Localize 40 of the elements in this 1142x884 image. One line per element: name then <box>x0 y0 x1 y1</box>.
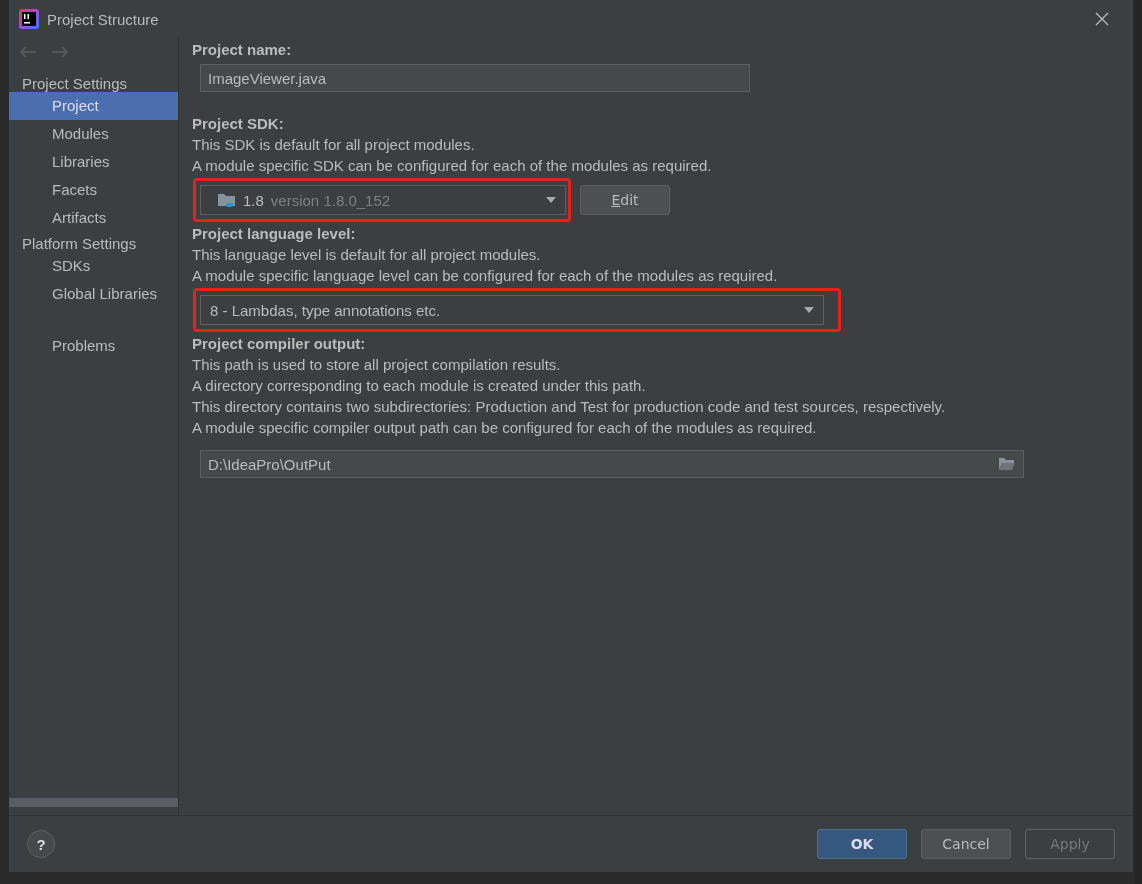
sidebar-item[interactable]: Facets <box>9 176 178 204</box>
description-text: A module specific SDK can be configured for each of the modules as required. <box>192 156 713 176</box>
sidebar-item[interactable]: SDKs <box>9 252 178 280</box>
dialog-button[interactable]: OK <box>817 829 907 859</box>
sidebar-item[interactable]: Problems <box>9 332 178 360</box>
language-level-dropdown[interactable]: 8 - Lambdas, type annotations etc. <box>200 295 824 325</box>
description-text: A module specific compiler output path can be configured for each of the modules as required. <box>192 418 818 438</box>
description-text: This SDK is default for all project modules. <box>192 135 476 155</box>
caret-icon <box>546 197 556 203</box>
close-icon[interactable] <box>1095 12 1109 26</box>
sidebar-item[interactable]: Project <box>9 92 178 120</box>
folder-icon <box>217 192 237 208</box>
field-label: Project compiler output: <box>192 334 367 354</box>
field-label: Project name: <box>192 40 293 60</box>
sidebar-heading: Platform Settings <box>21 234 138 252</box>
sidebar-item[interactable]: Artifacts <box>9 204 178 232</box>
back-arrow-icon[interactable] <box>19 46 37 58</box>
edit-button[interactable]: Edit <box>580 185 670 215</box>
sidebar-heading: Project Settings <box>21 74 129 92</box>
scrollbar[interactable] <box>9 798 178 807</box>
window-title: Project Structure <box>47 10 159 28</box>
field-label: Project SDK: <box>192 114 285 134</box>
caret-icon <box>804 307 814 313</box>
folder-icon[interactable] <box>998 457 1016 471</box>
sdk-dropdown[interactable]: 1.8 version 1.8.0_152 <box>200 185 566 215</box>
sidebar-item[interactable]: Modules <box>9 120 178 148</box>
field-label: Project language level: <box>192 224 357 244</box>
app-icon <box>19 9 39 29</box>
sidebar-item[interactable]: Libraries <box>9 148 178 176</box>
dialog-button[interactable]: Cancel <box>921 829 1011 859</box>
description-text: This path is used to store all project compilation results. <box>192 355 562 375</box>
forward-arrow-icon[interactable] <box>51 46 69 58</box>
help-button[interactable]: ? <box>27 830 55 858</box>
description-text: A module specific language level can be configured for each of the modules as required. <box>192 266 779 286</box>
sidebar-item[interactable]: Global Libraries <box>9 280 178 308</box>
description-text: This directory contains two subdirectories: Production and Test for production code and test sources, respectively. <box>192 397 947 417</box>
project-name-field[interactable]: ImageViewer.java <box>200 64 750 92</box>
description-text: A directory corresponding to each module is created under this path. <box>192 376 647 396</box>
description-text: This language level is default for all project modules. <box>192 245 542 265</box>
output-path-field[interactable]: D:\IdeaPro\OutPut <box>200 450 1024 478</box>
